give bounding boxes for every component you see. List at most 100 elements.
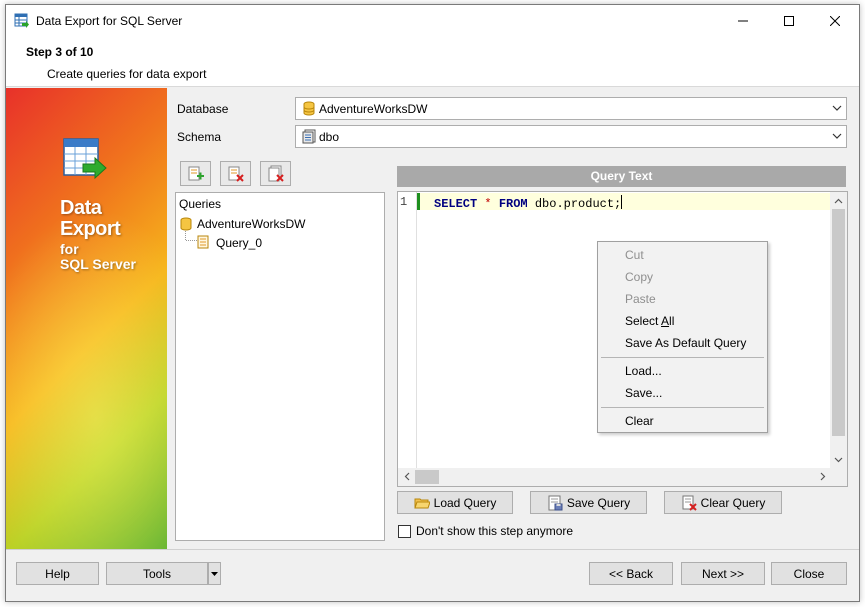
query-text-header: Query Text [397,166,846,187]
save-icon [548,495,563,510]
next-button[interactable]: Next >> [681,562,765,585]
select-all-accel: A [661,314,670,328]
tree-node-database[interactable]: AdventureWorksDW [197,217,305,231]
chevron-up-icon [834,198,843,203]
schema-label: Schema [177,130,222,144]
menu-item-save-default[interactable]: Save As Default Query [625,336,746,350]
close-label: Close [793,566,825,581]
scroll-right-button[interactable] [814,468,831,485]
editor-context-menu: Cut Copy Paste Select All Save As Defaul… [597,241,768,433]
add-query-icon [188,166,204,180]
menu-item-select-all[interactable]: Select All [625,314,674,328]
database-select[interactable]: AdventureWorksDW [295,97,847,120]
menu-separator [601,357,764,358]
next-label: Next >> [701,566,745,581]
scroll-down-button[interactable] [830,451,847,468]
step-subtitle: Create queries for data export [47,67,207,81]
menu-item-clear-label: Clear [625,414,654,428]
database-icon [303,101,315,116]
schema-icon [302,129,316,144]
banner-line-2: Export [60,218,121,240]
minimize-icon [738,20,748,21]
line-number: 1 [400,195,408,209]
close-window-button[interactable] [812,5,858,36]
export-table-icon [63,138,107,180]
menu-item-paste-label: Paste [625,292,656,306]
chevron-down-icon [832,105,842,111]
add-query-button[interactable] [180,161,211,186]
modified-line-marker [417,193,420,210]
banner-line-3: for [60,241,79,257]
close-button[interactable]: Close [771,562,847,585]
chevron-down-icon [834,457,843,462]
vertical-scrollbar[interactable] [830,192,847,468]
save-query-button[interactable]: Save Query [530,491,647,514]
main-window: Data Export for SQL Server Step 3 of 10 … [5,4,860,602]
product-banner: Data Export for SQL Server [6,88,167,549]
keyword-from: FROM [498,197,528,211]
tools-dropdown-button[interactable] [208,562,221,585]
help-label: Help [45,566,70,581]
window-title: Data Export for SQL Server [36,14,183,28]
delete-all-icon [268,165,284,182]
tree-node-query[interactable]: Query_0 [216,236,262,250]
schema-select[interactable]: dbo [295,125,847,148]
back-button[interactable]: << Back [589,562,673,585]
load-query-label: Load Query [433,495,497,510]
scroll-corner [830,468,847,486]
save-query-label: Save Query [566,495,631,510]
step-title: Step 3 of 10 [26,45,94,59]
scroll-left-button[interactable] [398,468,415,485]
tree-root-queries[interactable]: Queries [179,197,221,211]
minimize-button[interactable] [720,5,766,36]
menu-item-paste[interactable]: Paste [625,292,656,306]
menu-item-save[interactable]: Save... [625,386,662,400]
title-bar: Data Export for SQL Server [6,5,859,36]
keyword-select: SELECT [434,197,478,211]
scroll-up-button[interactable] [830,192,847,209]
query-code[interactable]: SELECT * FROM dbo.product; [434,195,623,211]
close-icon [830,15,840,26]
clear-query-button[interactable]: Clear Query [664,491,782,514]
maximize-icon [784,15,794,26]
delete-query-button[interactable] [220,161,251,186]
menu-item-cut[interactable]: Cut [625,248,644,262]
query-icon [197,235,209,249]
banner-text: Data Export for SQL Server [60,198,136,271]
queries-tree[interactable]: Queries AdventureWorksDW Query_0 [175,192,385,541]
delete-all-queries-button[interactable] [260,161,291,186]
back-label: << Back [608,566,654,581]
banner-line-4: SQL Server [60,256,137,272]
database-label: Database [177,102,229,116]
maximize-button[interactable] [766,5,812,36]
horizontal-scroll-thumb[interactable] [415,470,439,484]
menu-item-load[interactable]: Load... [625,364,662,378]
vertical-scroll-thumb[interactable] [832,209,845,436]
menu-item-cut-label: Cut [625,248,644,262]
tools-button[interactable]: Tools [106,562,208,585]
menu-separator [601,407,764,408]
open-folder-icon [413,498,430,508]
line-gutter: 1 [398,192,417,468]
dont-show-label[interactable]: Don't show this step anymore [416,524,573,538]
select-all-text-2: ll [669,314,675,328]
menu-item-clear[interactable]: Clear [625,414,654,428]
chevron-down-icon [832,133,842,139]
text-caret [621,195,623,209]
menu-item-save-label: Save... [625,386,663,400]
tools-label: Tools [142,566,171,581]
clear-icon [682,495,697,511]
horizontal-scrollbar[interactable] [398,468,831,486]
menu-item-copy[interactable]: Copy [625,270,653,284]
help-button[interactable]: Help [16,562,99,585]
table-name: dbo.product; [534,197,622,211]
wizard-header: Step 3 of 10 Create queries for data exp… [6,36,859,87]
banner-line-1: Data [60,197,102,219]
footer-divider [6,549,859,550]
load-query-button[interactable]: Load Query [397,491,513,514]
clear-query-label: Clear Query [700,495,766,510]
menu-item-copy-label: Copy [625,270,654,284]
dont-show-checkbox[interactable] [398,525,411,538]
dropdown-arrow-icon [211,571,218,576]
database-icon [180,217,192,231]
